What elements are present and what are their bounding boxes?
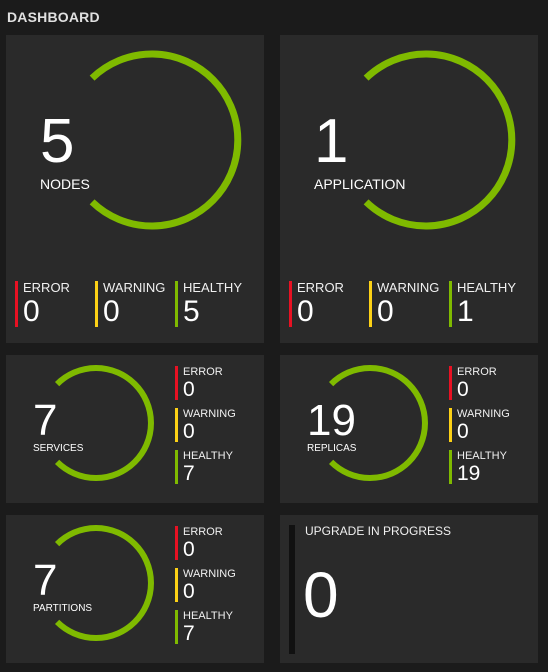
services-tile[interactable]: 7 SERVICES ERROR 0 WARNING 0 HEALTHY 7	[6, 355, 264, 503]
replicas-error-count: 0	[457, 378, 469, 402]
partitions-warning-stat: WARNING 0	[175, 568, 236, 604]
services-warning-count: 0	[183, 420, 195, 444]
nodes-error-stat: ERROR 0	[15, 280, 70, 329]
upgrade-title: UPGRADE IN PROGRESS	[305, 524, 452, 538]
applications-warning-stat: WARNING 0	[369, 280, 439, 329]
applications-error-count: 0	[297, 295, 314, 329]
applications-health-ring	[338, 50, 518, 230]
services-error-count: 0	[183, 378, 195, 402]
nodes-error-count: 0	[23, 295, 40, 329]
applications-tile[interactable]: 1 APPLICATION ERROR 0 WARNING 0 HEALTHY …	[280, 35, 538, 343]
services-healthy-stat: HEALTHY 7	[175, 450, 233, 486]
nodes-warning-stat: WARNING 0	[95, 280, 165, 329]
partitions-count: 7	[33, 556, 58, 605]
replicas-healthy-count: 19	[457, 462, 481, 486]
applications-count: 1	[314, 107, 349, 176]
services-healthy-count: 7	[183, 462, 195, 486]
services-count: 7	[33, 396, 58, 445]
applications-healthy-count: 1	[457, 295, 474, 329]
replicas-tile[interactable]: 19 REPLICAS ERROR 0 WARNING 0 HEALTHY 19	[280, 355, 538, 503]
applications-healthy-stat: HEALTHY 1	[449, 280, 516, 329]
replicas-healthy-stat: HEALTHY 19	[449, 450, 507, 486]
applications-error-stat: ERROR 0	[289, 280, 344, 329]
partitions-tile[interactable]: 7 PARTITIONS ERROR 0 WARNING 0 HEALTHY 7	[6, 515, 264, 663]
nodes-tile[interactable]: 5 NODES ERROR 0 WARNING 0 HEALTHY 5	[6, 35, 264, 343]
nodes-warning-count: 0	[103, 295, 120, 329]
nodes-health-ring	[64, 50, 244, 230]
applications-warning-count: 0	[377, 295, 394, 329]
upgrade-count: 0	[303, 559, 339, 631]
replicas-error-stat: ERROR 0	[449, 366, 497, 402]
partitions-warning-count: 0	[183, 580, 195, 604]
upgrade-indicator-bar	[289, 525, 295, 654]
services-warning-stat: WARNING 0	[175, 408, 236, 444]
upgrade-tile[interactable]: UPGRADE IN PROGRESS 0	[280, 515, 538, 663]
partitions-healthy-stat: HEALTHY 7	[175, 610, 233, 646]
partitions-healthy-count: 7	[183, 622, 195, 646]
partitions-error-count: 0	[183, 538, 195, 562]
dashboard-title: DASHBOARD	[7, 9, 100, 25]
services-error-stat: ERROR 0	[175, 366, 223, 402]
nodes-label: NODES	[40, 176, 90, 192]
services-label: SERVICES	[33, 443, 84, 454]
replicas-warning-stat: WARNING 0	[449, 408, 510, 444]
nodes-healthy-count: 5	[183, 295, 200, 329]
partitions-label: PARTITIONS	[33, 603, 93, 614]
nodes-healthy-stat: HEALTHY 5	[175, 280, 242, 329]
applications-label: APPLICATION	[314, 176, 406, 192]
replicas-warning-count: 0	[457, 420, 469, 444]
partitions-error-stat: ERROR 0	[175, 526, 223, 562]
replicas-count: 19	[307, 396, 356, 445]
replicas-label: REPLICAS	[307, 443, 357, 454]
nodes-count: 5	[40, 107, 75, 176]
